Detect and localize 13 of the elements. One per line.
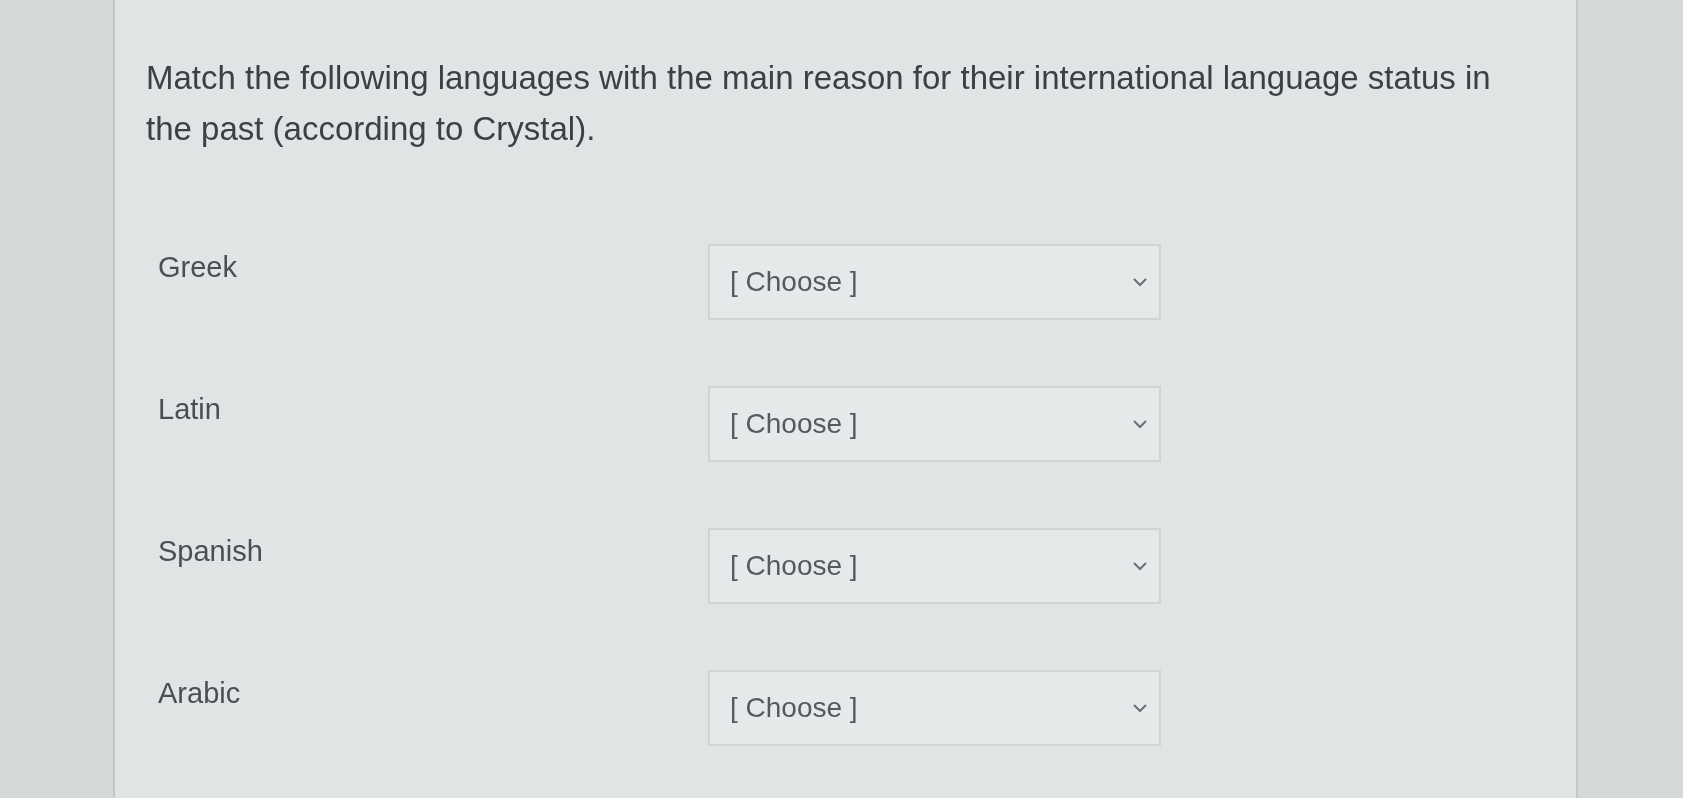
chevron-down-icon <box>1133 703 1147 713</box>
question-text: Match the following languages with the main reason for their international language status in the past (according to Crystal). <box>146 58 1492 149</box>
language-label: Spanish <box>158 535 263 567</box>
language-label: Arabic <box>158 677 241 709</box>
choose-dropdown[interactable]: [ Choose ] <box>708 670 1161 746</box>
language-label: Latin <box>158 393 221 425</box>
chevron-down-icon <box>1133 561 1147 571</box>
chevron-down-icon <box>1133 419 1147 429</box>
choose-dropdown[interactable]: [ Choose ] <box>708 386 1161 462</box>
chevron-down-icon <box>1133 277 1147 287</box>
language-label: Greek <box>158 251 237 283</box>
choose-dropdown[interactable]: [ Choose ] <box>708 244 1161 320</box>
choose-dropdown[interactable]: [ Choose ] <box>708 528 1161 604</box>
